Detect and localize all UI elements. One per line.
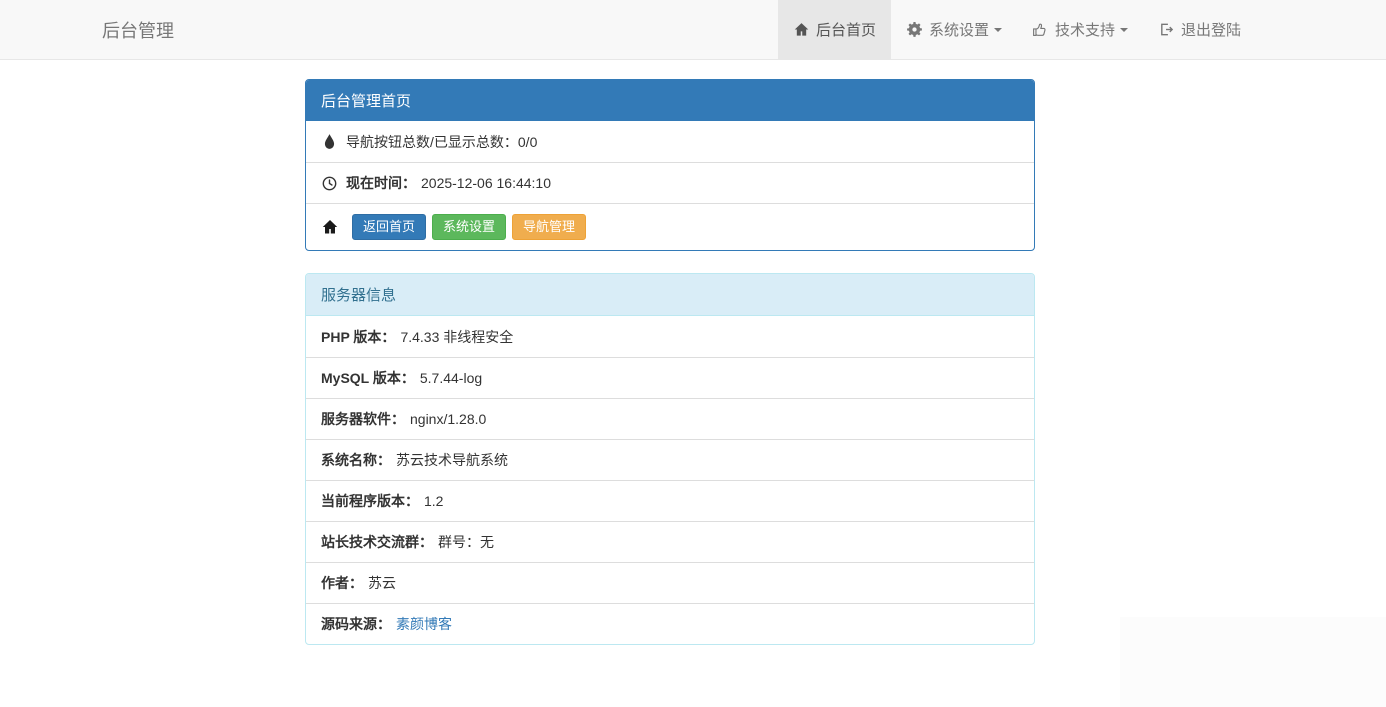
top-navbar: 后台管理 后台首页 系统设置 技术支持 退出登陆 xyxy=(0,0,1386,60)
row-label: 站长技术交流群： xyxy=(321,534,433,550)
background-patch xyxy=(1120,617,1386,707)
sign-out-icon xyxy=(1158,22,1175,37)
navbar-menu: 后台首页 系统设置 技术支持 退出登陆 xyxy=(777,0,1256,60)
server-info-panel-title: 服务器信息 xyxy=(306,274,1034,316)
nav-item-label: 退出登陆 xyxy=(1180,22,1241,39)
current-time-value: 2025-12-06 16:44:10 xyxy=(421,175,551,191)
nav-item-system-settings[interactable]: 系统设置 xyxy=(891,0,1017,60)
dashboard-panel: 后台管理首页 导航按钮总数/已显示总数：0/0 现在时间： 2025-12-06… xyxy=(305,79,1035,251)
gear-icon xyxy=(906,22,923,37)
nav-item-label: 系统设置 xyxy=(928,22,989,39)
caret-down-icon xyxy=(1119,27,1128,32)
server-info-panel: 服务器信息 PHP 版本： 7.4.33 非线程安全 MySQL 版本： 5.7… xyxy=(305,273,1035,645)
row-value: 苏云技术导航系统 xyxy=(396,452,508,468)
row-label: 服务器软件： xyxy=(321,411,405,427)
nav-item-logout[interactable]: 退出登陆 xyxy=(1143,0,1256,60)
server-info-row-qq-group: 站长技术交流群： 群号：无 xyxy=(306,521,1034,562)
home-icon xyxy=(793,22,810,37)
row-value: 苏云 xyxy=(368,575,396,591)
nav-item-label: 技术支持 xyxy=(1054,22,1115,39)
row-label: 系统名称： xyxy=(321,452,391,468)
brand-title[interactable]: 后台管理 xyxy=(100,17,174,43)
server-info-row-author: 作者： 苏云 xyxy=(306,562,1034,603)
row-label: 作者： xyxy=(321,575,363,591)
server-info-row-software: 服务器软件： nginx/1.28.0 xyxy=(306,398,1034,439)
row-value: 5.7.44-log xyxy=(419,370,483,386)
back-home-button[interactable]: 返回首页 xyxy=(352,214,427,240)
main-content: 后台管理首页 导航按钮总数/已显示总数：0/0 现在时间： 2025-12-06… xyxy=(305,79,1035,645)
tint-icon xyxy=(321,134,338,149)
dashboard-panel-title: 后台管理首页 xyxy=(306,80,1034,121)
nav-manage-button[interactable]: 导航管理 xyxy=(512,214,587,240)
source-blog-link[interactable]: 素颜博客 xyxy=(396,614,452,634)
row-value: nginx/1.28.0 xyxy=(410,411,487,427)
server-info-row-system-name: 系统名称： 苏云技术导航系统 xyxy=(306,439,1034,480)
home-icon xyxy=(321,219,338,235)
row-label: PHP 版本： xyxy=(321,328,396,345)
nav-count-row: 导航按钮总数/已显示总数：0/0 xyxy=(306,121,1034,162)
clock-icon xyxy=(321,176,338,191)
server-info-row-source: 源码来源： 素颜博客 xyxy=(306,603,1034,644)
current-time-row: 现在时间： 2025-12-06 16:44:10 xyxy=(306,162,1034,203)
current-time-label: 现在时间： xyxy=(346,175,416,191)
row-label: 源码来源： xyxy=(321,616,391,632)
server-info-row-mysql: MySQL 版本： 5.7.44-log xyxy=(306,357,1034,398)
row-label: 当前程序版本： xyxy=(321,493,419,509)
navbar-container: 后台管理 后台首页 系统设置 技术支持 退出登陆 xyxy=(100,0,1286,60)
row-label: MySQL 版本： xyxy=(321,370,415,386)
quick-links-row: 返回首页 系统设置 导航管理 xyxy=(306,203,1034,250)
row-value: 1.2 xyxy=(424,493,444,509)
nav-count-text: 导航按钮总数/已显示总数：0/0 xyxy=(346,133,538,150)
system-settings-button[interactable]: 系统设置 xyxy=(432,214,507,240)
thumbs-up-icon xyxy=(1032,22,1049,37)
server-info-row-version: 当前程序版本： 1.2 xyxy=(306,480,1034,521)
nav-item-admin-home[interactable]: 后台首页 xyxy=(777,0,891,60)
nav-item-label: 后台首页 xyxy=(815,22,876,39)
server-info-row-php: PHP 版本： 7.4.33 非线程安全 xyxy=(306,316,1034,357)
nav-item-tech-support[interactable]: 技术支持 xyxy=(1017,0,1143,60)
row-value: 7.4.33 非线程安全 xyxy=(400,328,514,345)
caret-down-icon xyxy=(993,27,1002,32)
row-value: 群号：无 xyxy=(438,534,494,550)
